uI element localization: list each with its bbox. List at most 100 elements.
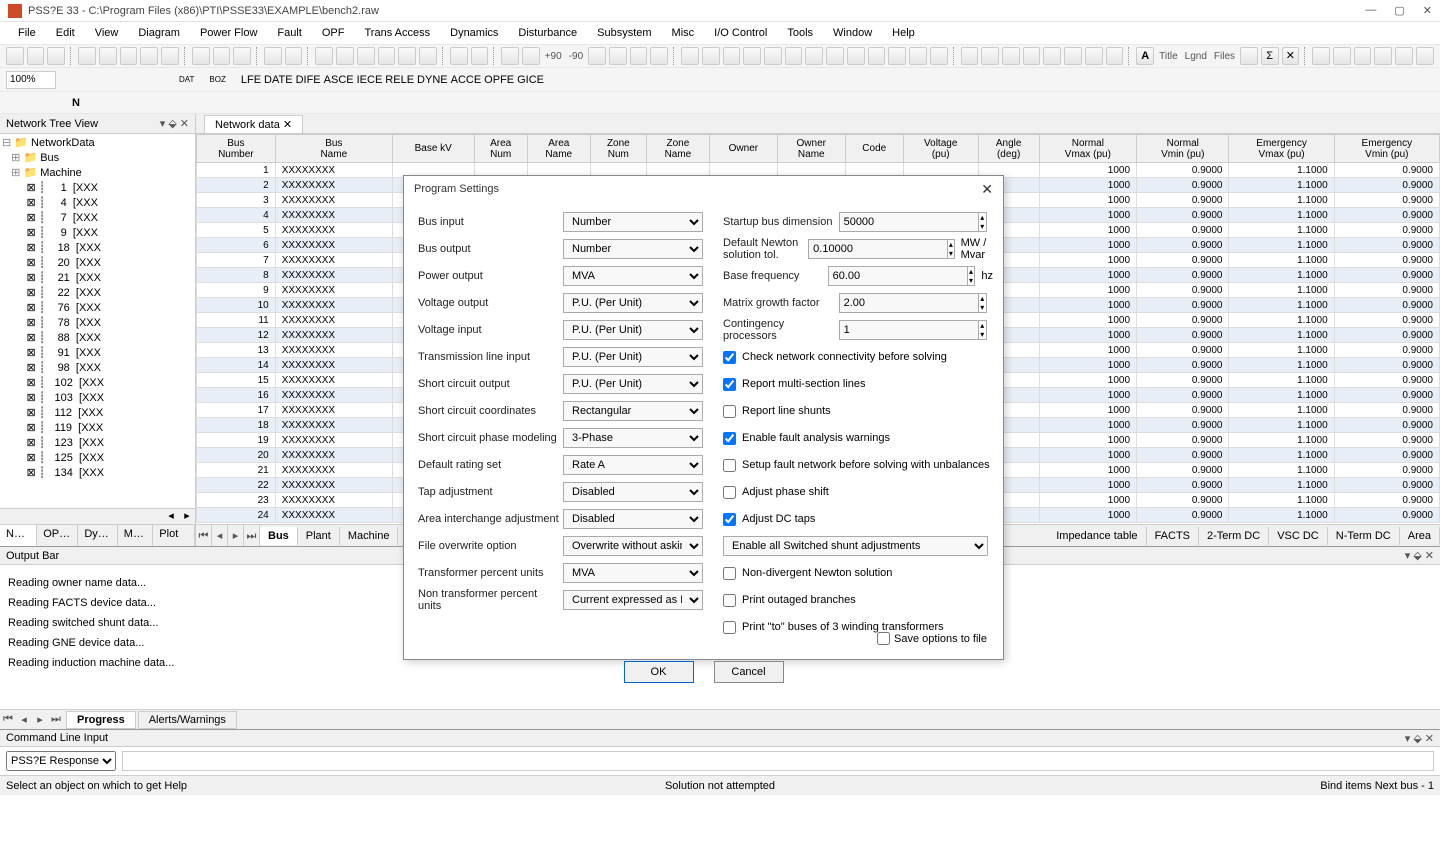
tb2-dat[interactable]: DAT [179, 72, 194, 88]
tb-open[interactable] [27, 47, 45, 65]
tb-ad[interactable] [909, 47, 927, 65]
tb-ae[interactable] [930, 47, 948, 65]
col-header[interactable]: Area Name [527, 135, 590, 163]
tree-machine-item[interactable]: ⊠ ┊ 112 [XXX [2, 406, 193, 421]
tb-s[interactable] [681, 47, 699, 65]
col-header[interactable]: Normal Vmin (pu) [1137, 135, 1229, 163]
out-nav[interactable]: ▸ [32, 713, 48, 726]
tree-dd-icon[interactable]: ▾ [160, 117, 166, 130]
tb-title[interactable]: Title [1157, 51, 1180, 62]
tb-u[interactable] [723, 47, 741, 65]
tb-aa[interactable] [847, 47, 865, 65]
col-header[interactable]: Voltage (pu) [903, 135, 978, 163]
tree-close-icon[interactable]: ✕ [180, 117, 189, 130]
tb-rot90[interactable]: +90 [543, 51, 564, 62]
tb-x[interactable] [785, 47, 803, 65]
menu-window[interactable]: Window [825, 25, 880, 41]
tree-machine-item[interactable]: ⊠ ┊ 102 [XXX [2, 376, 193, 391]
tb-an[interactable] [1240, 47, 1258, 65]
tb2-dife[interactable]: DIFE [296, 74, 321, 86]
sheet-tab[interactable]: N-Term DC [1328, 527, 1400, 545]
sheet-tab[interactable]: Machine [340, 527, 399, 545]
tb-ai[interactable] [1023, 47, 1041, 65]
tb2-date[interactable]: DATE [264, 74, 293, 86]
tb-a[interactable] [192, 47, 210, 65]
tree-machine-item[interactable]: ⊠ ┊ 20 [XXX [2, 256, 193, 271]
col-header[interactable]: Zone Name [646, 135, 709, 163]
tb-b[interactable] [213, 47, 231, 65]
dlg-checkbox[interactable] [723, 378, 736, 391]
tb-at[interactable] [1395, 47, 1413, 65]
close-button[interactable]: ✕ [1423, 4, 1432, 17]
tb-as[interactable] [1374, 47, 1392, 65]
tb2-lfe[interactable]: LFE [241, 74, 261, 86]
dlg-spinner[interactable] [839, 212, 979, 232]
out-nav[interactable]: ◂ [16, 713, 32, 726]
tb-t[interactable] [702, 47, 720, 65]
dialog-close-icon[interactable]: ✕ [981, 181, 993, 198]
tb-m[interactable] [471, 47, 489, 65]
tb-o[interactable] [588, 47, 606, 65]
tb-e[interactable] [285, 47, 303, 65]
tb-h[interactable] [357, 47, 375, 65]
cancel-button[interactable]: Cancel [714, 661, 784, 683]
tree-machine-item[interactable]: ⊠ ┊ 103 [XXX [2, 391, 193, 406]
spin-buttons[interactable]: ▴▾ [979, 320, 987, 340]
out-dd-icon[interactable]: ▾ [1405, 549, 1411, 562]
col-header[interactable]: Zone Num [590, 135, 646, 163]
tb2-rele[interactable]: RELE [385, 74, 414, 86]
save-options-checkbox[interactable] [877, 632, 890, 645]
tb-ag[interactable] [981, 47, 999, 65]
dlg-select[interactable]: Current expressed as MVA [563, 590, 703, 610]
menu-fault[interactable]: Fault [269, 25, 309, 41]
ok-button[interactable]: OK [624, 661, 694, 683]
tb-ap[interactable] [1312, 47, 1330, 65]
tb-q[interactable] [630, 47, 648, 65]
tb-save[interactable] [47, 47, 65, 65]
tb-sum[interactable]: Σ [1261, 47, 1279, 65]
tb2-asce[interactable]: ASCE [324, 74, 354, 86]
spin-buttons[interactable]: ▴▾ [979, 212, 987, 232]
dlg-select[interactable]: MVA [563, 266, 703, 286]
tb-p[interactable] [609, 47, 627, 65]
menu-help[interactable]: Help [884, 25, 923, 41]
menu-edit[interactable]: Edit [48, 25, 83, 41]
dlg-select[interactable]: Rate A [563, 455, 703, 475]
tree-pin-icon[interactable]: ⬙ [168, 117, 176, 130]
dlg-checkbox[interactable] [723, 567, 736, 580]
tb-ac[interactable] [888, 47, 906, 65]
cli-close-icon[interactable]: ✕ [1425, 732, 1434, 745]
col-header[interactable]: Base kV [392, 135, 474, 163]
tb-z[interactable] [826, 47, 844, 65]
dlg-select[interactable]: Rectangular [563, 401, 703, 421]
tb-cut[interactable] [78, 47, 96, 65]
out-pin-icon[interactable]: ⬙ [1413, 549, 1421, 562]
tb-am[interactable] [1106, 47, 1124, 65]
tree-machine-item[interactable]: ⊠ ┊ 1 [XXX [2, 181, 193, 196]
dlg-spinner[interactable] [839, 320, 979, 340]
tree-machine-item[interactable]: ⊠ ┊ 134 [XXX [2, 466, 193, 481]
tb-c[interactable] [233, 47, 251, 65]
dlg-checkbox[interactable] [723, 621, 736, 634]
dlg-select[interactable]: P.U. (Per Unit) [563, 347, 703, 367]
dlg-checkbox[interactable] [723, 432, 736, 445]
col-header[interactable]: Emergency Vmax (pu) [1229, 135, 1334, 163]
menu-dynamics[interactable]: Dynamics [442, 25, 506, 41]
menu-iocontrol[interactable]: I/O Control [706, 25, 775, 41]
tree-machine-item[interactable]: ⊠ ┊ 18 [XXX [2, 241, 193, 256]
tb-aq[interactable] [1333, 47, 1351, 65]
tb-files[interactable]: Files [1212, 51, 1237, 62]
tree-machine-item[interactable]: ⊠ ┊ 91 [XXX [2, 346, 193, 361]
tb-j[interactable] [398, 47, 416, 65]
col-header[interactable]: Angle (deg) [978, 135, 1039, 163]
sheet-tab[interactable]: Plant [298, 527, 340, 545]
tree-machine-item[interactable]: ⊠ ┊ 9 [XXX [2, 226, 193, 241]
shunt-select[interactable]: Enable all Switched shunt adjustments [723, 536, 988, 556]
out-close-icon[interactable]: ✕ [1425, 549, 1434, 562]
dlg-checkbox[interactable] [723, 459, 736, 472]
dlg-spinner[interactable] [839, 293, 979, 313]
tb-af[interactable] [961, 47, 979, 65]
tree-tab[interactable]: OPF... [37, 525, 78, 546]
tb2-opfe[interactable]: OPFE [484, 74, 514, 86]
dlg-select[interactable]: Disabled [563, 509, 703, 529]
